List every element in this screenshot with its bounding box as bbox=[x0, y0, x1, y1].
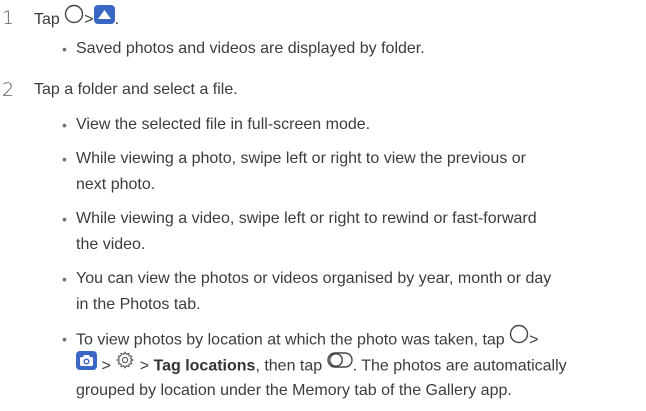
bullet-icon: • bbox=[62, 117, 67, 133]
tap-label: Tap bbox=[34, 11, 60, 29]
separator: > bbox=[101, 357, 111, 375]
bullet-icon: • bbox=[62, 211, 67, 227]
bullet-icon: • bbox=[62, 271, 67, 287]
step-number: 1 bbox=[2, 7, 15, 29]
bullet-icon: • bbox=[62, 331, 67, 347]
bullet-text: next photo. bbox=[76, 176, 156, 193]
bullet-text: grouped by location under the Memory tab… bbox=[76, 382, 512, 399]
home-circle-icon bbox=[64, 4, 84, 32]
step-number: 2 bbox=[2, 79, 15, 101]
toggle-switch-icon bbox=[326, 351, 353, 378]
bullet-line-text: To view photos by location at which the … bbox=[76, 331, 505, 349]
separator: > bbox=[139, 357, 150, 375]
tag-locations-label: Tag locations bbox=[153, 357, 256, 375]
bullet-text: While viewing a video, swipe left or rig… bbox=[76, 210, 537, 227]
bullet-text: To view photos by location at which the … bbox=[76, 324, 642, 355]
home-circle-icon bbox=[509, 324, 529, 353]
gallery-icon bbox=[93, 4, 115, 32]
separator: > bbox=[84, 11, 94, 29]
bullet-text: You can view the photos or videos organi… bbox=[76, 270, 552, 287]
bullet-line-text: , then tap bbox=[255, 357, 323, 375]
camera-icon bbox=[76, 350, 97, 379]
bullet-text: While viewing a photo, swipe left or rig… bbox=[76, 150, 526, 167]
bullet-icon: • bbox=[62, 41, 67, 57]
step-text: Tap a folder and select a file. bbox=[34, 81, 238, 98]
bullet-text: > > Tag locations, then tap . The photos… bbox=[76, 350, 642, 381]
settings-gear-icon bbox=[115, 350, 135, 379]
bullet-line-text: . The photos are automatically bbox=[352, 357, 567, 375]
bullet-icon: • bbox=[62, 151, 67, 167]
bullet-text: the video. bbox=[76, 236, 146, 253]
separator: > bbox=[529, 331, 539, 349]
step-text: Tap > . bbox=[34, 4, 120, 34]
bullet-text: in the Photos tab. bbox=[76, 296, 201, 313]
end-period: . bbox=[114, 11, 120, 29]
bullet-text: View the selected file in full-screen mo… bbox=[76, 116, 371, 133]
bullet-text: Saved photos and videos are displayed by… bbox=[76, 40, 425, 57]
